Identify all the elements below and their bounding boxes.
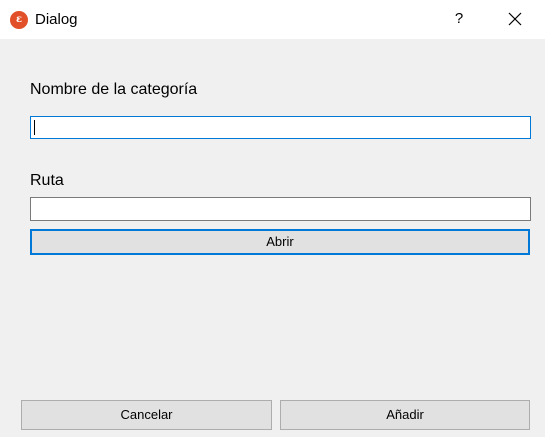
close-icon[interactable] <box>500 5 530 33</box>
path-label: Ruta <box>30 172 64 189</box>
cancel-button[interactable]: Cancelar <box>21 400 272 430</box>
help-icon[interactable]: ? <box>447 5 471 33</box>
category-name-input[interactable] <box>30 116 531 139</box>
open-button[interactable]: Abrir <box>30 229 530 255</box>
window-title: Dialog <box>35 11 78 28</box>
category-name-label: Nombre de la categoría <box>30 81 198 98</box>
text-caret <box>34 120 35 135</box>
title-bar[interactable]: ε Dialog ? <box>0 0 545 39</box>
add-button[interactable]: Añadir <box>280 400 530 430</box>
dialog-window: ε Dialog ? Nombre de la categoría Ruta A… <box>0 0 545 437</box>
app-icon: ε <box>10 11 28 29</box>
path-input[interactable] <box>30 197 531 221</box>
